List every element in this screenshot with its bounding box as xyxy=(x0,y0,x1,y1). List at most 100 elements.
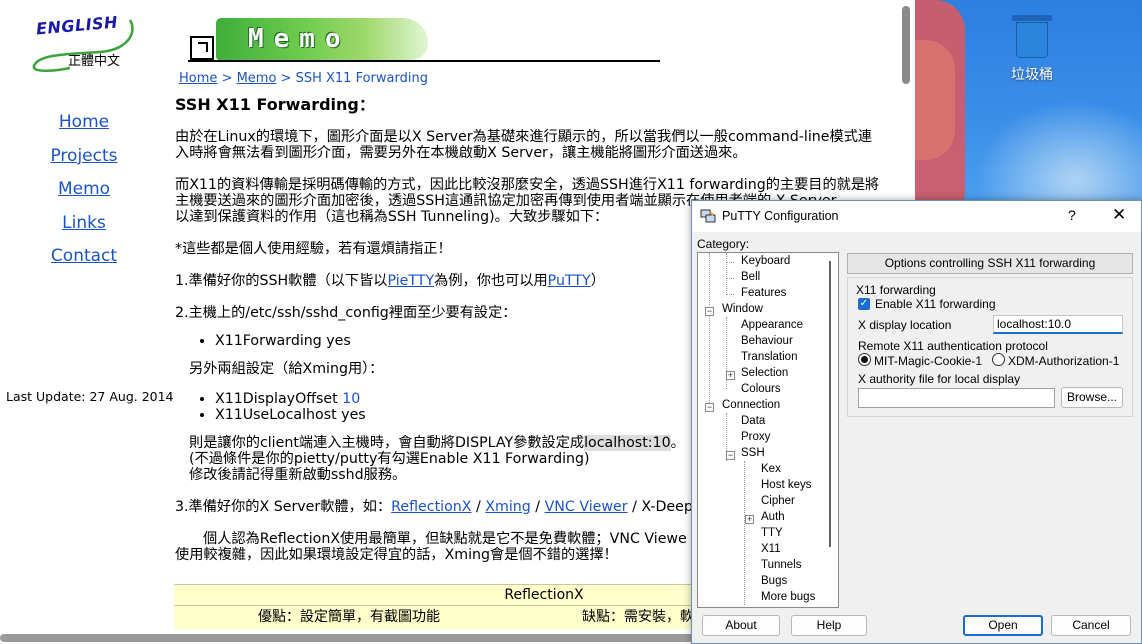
pietty-link[interactable]: PieTTY xyxy=(387,273,434,289)
cancel-button[interactable]: Cancel xyxy=(1051,615,1131,636)
last-update: Last Update: 27 Aug. 2014 xyxy=(6,389,174,404)
panel-header: Options controlling SSH X11 forwarding xyxy=(847,253,1133,274)
xdm-authorization-label[interactable]: XDM-Authorization-1 xyxy=(1008,354,1119,368)
tree-item-hostkeys[interactable]: Host keys xyxy=(761,479,812,491)
tree-item-ssh[interactable]: SSH xyxy=(741,447,765,459)
breadcrumb-home[interactable]: Home xyxy=(179,71,217,86)
tree-item-more-bugs[interactable]: More bugs xyxy=(761,591,815,603)
tree-item-appearance[interactable]: Appearance xyxy=(741,319,803,331)
tree-line xyxy=(726,294,734,295)
nav-projects-link[interactable]: Projects xyxy=(0,144,168,178)
config-key: X11DisplayOffset xyxy=(215,391,343,407)
tree-item-bugs[interactable]: Bugs xyxy=(761,575,787,587)
tree-line xyxy=(744,461,745,605)
recycle-bin-icon xyxy=(1010,14,1054,58)
about-button[interactable]: About xyxy=(702,615,780,636)
nav-links-link[interactable]: Links xyxy=(0,211,168,245)
tree-collapse-icon[interactable]: − xyxy=(705,307,714,316)
breadcrumb: Home > Memo > SSH X11 Forwarding xyxy=(179,71,428,86)
mit-magic-cookie-radio[interactable] xyxy=(858,353,871,366)
tree-item-proxy[interactable]: Proxy xyxy=(741,431,770,443)
tree-collapse-icon[interactable]: − xyxy=(726,451,735,460)
text-line: 入時將會無法看到圖形介面，需要另外在本機啟動X Server，讓主機能將圖形介面… xyxy=(175,145,747,161)
memo-banner: Memo xyxy=(188,18,660,64)
tree-item-window[interactable]: Window xyxy=(722,303,763,315)
text-segment: 。 xyxy=(670,435,685,451)
recycle-bin-shortcut[interactable]: 垃圾桶 xyxy=(1004,14,1060,84)
tree-item-behaviour[interactable]: Behaviour xyxy=(741,335,793,347)
xauthority-label: X authority file for local display xyxy=(858,372,1021,386)
breadcrumb-memo[interactable]: Memo xyxy=(237,71,277,86)
text-segment: ） xyxy=(590,273,605,289)
horizontal-scrollbar[interactable] xyxy=(0,634,700,642)
tree-line xyxy=(726,278,734,279)
nav-contact-link[interactable]: Contact xyxy=(0,244,168,278)
tree-item-colours[interactable]: Colours xyxy=(741,383,781,395)
vnc-viewer-link[interactable]: VNC Viewer xyxy=(545,499,628,515)
xming-link[interactable]: Xming xyxy=(485,499,530,515)
tree-item-cipher[interactable]: Cipher xyxy=(761,495,795,507)
article-title: SSH X11 Forwarding： xyxy=(175,95,375,114)
auth-protocol-label: Remote X11 authentication protocol xyxy=(858,339,1048,353)
text-segment: 則是讓你的client端連入主機時，會自動將DISPLAY參數設定成 xyxy=(189,435,585,451)
tree-item-x11[interactable]: X11 xyxy=(761,543,781,555)
reflectionx-link[interactable]: ReflectionX xyxy=(391,499,471,515)
text-line: 由於在Linux的環境下，圖形介面是以X Server為基礎來進行顯示的，所以當… xyxy=(175,129,873,145)
tree-item-connection[interactable]: Connection xyxy=(722,399,780,411)
tree-item-auth[interactable]: Auth xyxy=(761,511,785,523)
highlighted-value: localhost:10 xyxy=(584,435,671,451)
tree-item-tunnels[interactable]: Tunnels xyxy=(761,559,802,571)
putty-configuration-dialog: PuTTY Configuration ? ✕ Category: Keyboa… xyxy=(691,200,1142,644)
xdm-authorization-radio[interactable] xyxy=(992,353,1005,366)
mit-magic-cookie-label[interactable]: MIT-Magic-Cookie-1 xyxy=(874,354,982,368)
tree-collapse-icon[interactable]: − xyxy=(705,403,714,412)
putty-link[interactable]: PuTTY xyxy=(548,273,591,289)
tree-line xyxy=(726,253,727,293)
tree-expand-icon[interactable]: + xyxy=(745,515,754,524)
tree-item-features[interactable]: Features xyxy=(741,287,786,299)
display-location-label: X display location xyxy=(858,318,952,332)
text-segment: 為例，你也可以用 xyxy=(434,273,548,289)
text-line: 個人認為ReflectionX使用最簡單，但缺點就是它不是免費軟體；VNC Vi… xyxy=(203,531,687,547)
text-segment: 3.準備好你的X Server軟體，如： xyxy=(175,499,392,515)
tree-line xyxy=(726,262,734,263)
display-location-input[interactable]: localhost:10.0 xyxy=(993,315,1123,334)
tree-item-tty[interactable]: TTY xyxy=(761,527,783,539)
tree-scrollbar[interactable] xyxy=(829,261,831,547)
tree-item-kex[interactable]: Kex xyxy=(761,463,781,475)
xauthority-input[interactable] xyxy=(858,388,1055,408)
category-tree[interactable]: Keyboard Bell Features − Window Appearan… xyxy=(697,252,839,608)
breadcrumb-sep: > xyxy=(276,71,296,86)
nav-memo-link[interactable]: Memo xyxy=(0,177,168,211)
dialog-title: PuTTY Configuration xyxy=(722,209,839,223)
nav-home-link[interactable]: Home xyxy=(0,110,168,144)
tree-item-bell[interactable]: Bell xyxy=(741,271,760,283)
banner-title: Memo xyxy=(248,24,351,54)
close-icon[interactable]: ✕ xyxy=(1112,205,1126,225)
tree-item-selection[interactable]: Selection xyxy=(741,367,788,379)
enable-x11-checkbox[interactable]: ✓ xyxy=(858,298,870,310)
language-chinese-label[interactable]: 正體中文 xyxy=(68,50,120,69)
text-segment: / xyxy=(530,499,545,515)
tree-item-translation[interactable]: Translation xyxy=(741,351,797,363)
tree-item-keyboard[interactable]: Keyboard xyxy=(741,255,790,267)
tree-item-data[interactable]: Data xyxy=(741,415,765,427)
tree-expand-icon[interactable]: + xyxy=(726,371,735,380)
config-value: 10 xyxy=(342,391,361,407)
vertical-scrollbar[interactable] xyxy=(902,6,910,84)
help-button[interactable]: Help xyxy=(791,615,867,636)
group-title: X11 forwarding xyxy=(856,283,936,297)
text-segment: 1.準備好你的SSH軟體（以下皆以 xyxy=(175,273,388,289)
breadcrumb-sep: > xyxy=(217,71,237,86)
breadcrumb-current: SSH X11 Forwarding xyxy=(295,71,428,86)
category-label: Category: xyxy=(697,237,750,251)
text-segment: / xyxy=(471,499,486,515)
text-line: 而X11的資料傳輸是採明碼傳輸的方式，因此比較沒那麼安全，透過SSH進行X11 … xyxy=(175,177,880,193)
browse-button[interactable]: Browse... xyxy=(1061,387,1123,408)
enable-x11-label[interactable]: Enable X11 forwarding xyxy=(875,297,996,311)
dialog-titlebar[interactable]: PuTTY Configuration ? ✕ xyxy=(692,201,1141,232)
open-button[interactable]: Open xyxy=(963,615,1043,636)
site-logo[interactable]: ENGLISH 正體中文 xyxy=(30,12,140,72)
putty-icon xyxy=(700,209,716,223)
help-icon[interactable]: ? xyxy=(1068,207,1076,223)
